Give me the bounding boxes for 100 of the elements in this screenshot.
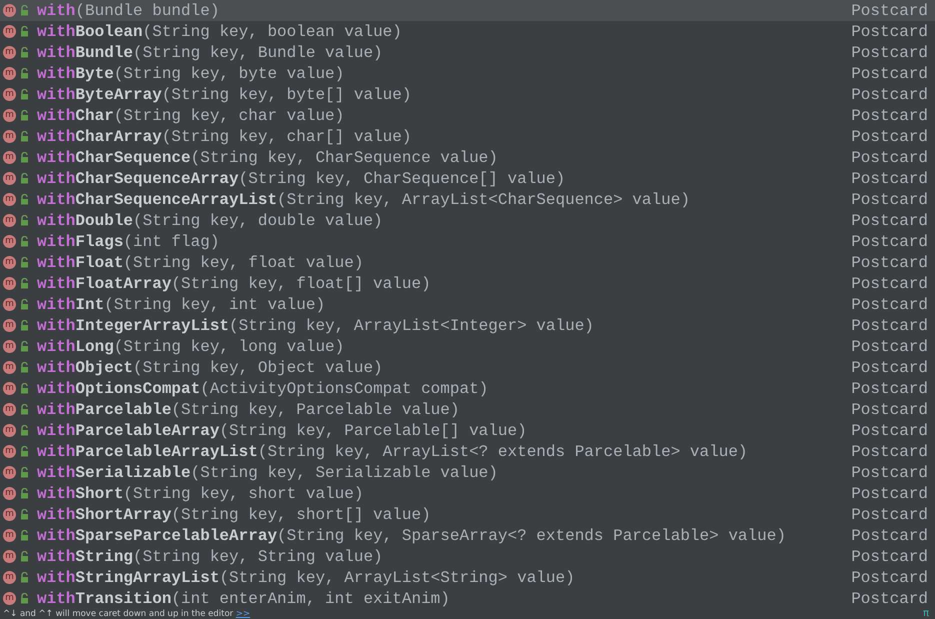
method-signature: withDouble(String key, double value)	[37, 212, 383, 230]
method-badge: m	[3, 109, 16, 122]
return-type: Postcard	[851, 568, 928, 586]
completion-item[interactable]: m withParcelableArray(String key, Parcelable[] value) Postcard	[0, 420, 935, 441]
lock-icon	[20, 110, 29, 121]
method-badge: m	[3, 403, 16, 416]
lock-icon	[20, 194, 29, 205]
method-signature: withShort(String key, short value)	[37, 484, 364, 502]
lock-icon	[20, 446, 29, 457]
method-badge: m	[3, 256, 16, 269]
completion-item[interactable]: m withDouble(String key, double value) Postcard	[0, 210, 935, 231]
method-badge: m	[3, 25, 16, 38]
lock-icon	[20, 404, 29, 415]
lock-icon	[20, 257, 29, 268]
completion-item[interactable]: m withOptionsCompat(ActivityOptionsCompat compat) Postcard	[0, 378, 935, 399]
method-signature: withLong(String key, long value)	[37, 338, 344, 356]
completion-item[interactable]: m withChar(String key, char value) Postcard	[0, 105, 935, 126]
return-type: Postcard	[851, 232, 928, 250]
method-signature: withParcelableArray(String key, Parcelable[] value)	[37, 422, 527, 440]
more-link[interactable]: >>	[236, 609, 250, 619]
method-badge: m	[3, 298, 16, 311]
completion-item[interactable]: m withBoolean(String key, boolean value) Postcard	[0, 21, 935, 42]
method-badge: m	[3, 466, 16, 479]
lock-icon	[20, 5, 29, 16]
method-badge: m	[3, 382, 16, 395]
return-type: Postcard	[851, 274, 928, 292]
lock-icon	[20, 383, 29, 394]
completion-item[interactable]: m withParcelable(String key, Parcelable value) Postcard	[0, 399, 935, 420]
method-signature: withBoolean(String key, boolean value)	[37, 22, 402, 40]
completion-item[interactable]: m withInt(String key, int value) Postcard	[0, 294, 935, 315]
return-type: Postcard	[851, 128, 928, 146]
method-signature: withInt(String key, int value)	[37, 296, 326, 314]
method-badge: m	[3, 151, 16, 164]
method-badge: m	[3, 424, 16, 437]
method-badge: m	[3, 46, 16, 59]
method-signature: withParcelable(String key, Parcelable value)	[37, 400, 460, 418]
completion-item[interactable]: m withCharSequenceArrayList(String key, ArrayList<CharSequence> value) Postcard	[0, 189, 935, 210]
return-type: Postcard	[851, 148, 928, 166]
completion-item[interactable]: m withFloat(String key, float value) Postcard	[0, 252, 935, 273]
lock-icon	[20, 320, 29, 331]
method-badge: m	[3, 193, 16, 206]
method-signature: withByteArray(String key, byte[] value)	[37, 86, 412, 104]
return-type: Postcard	[851, 380, 928, 398]
method-badge: m	[3, 487, 16, 500]
method-signature: withFloat(String key, float value)	[37, 254, 364, 272]
method-badge: m	[3, 214, 16, 227]
method-signature: withChar(String key, char value)	[37, 106, 344, 124]
method-badge: m	[3, 361, 16, 374]
lock-icon	[20, 131, 29, 142]
method-badge: m	[3, 319, 16, 332]
return-type: Postcard	[851, 422, 928, 440]
completion-item[interactable]: m withCharSequence(String key, CharSequence value) Postcard	[0, 147, 935, 168]
method-signature: withIntegerArrayList(String key, ArrayList<Integer> value)	[37, 316, 594, 334]
return-type: Postcard	[851, 212, 928, 230]
completion-item[interactable]: m withFloatArray(String key, float[] value) Postcard	[0, 273, 935, 294]
completion-item[interactable]: m withIntegerArrayList(String key, ArrayList<Integer> value) Postcard	[0, 315, 935, 336]
completion-item[interactable]: m withCharSequenceArray(String key, CharSequence[] value) Postcard	[0, 168, 935, 189]
return-type: Postcard	[851, 296, 928, 314]
completion-item[interactable]: m withTransition(int enterAnim, int exitAnim) Postcard	[0, 588, 935, 609]
method-badge: m	[3, 571, 16, 584]
completion-item[interactable]: m withCharArray(String key, char[] value) Postcard	[0, 126, 935, 147]
completion-item[interactable]: m withSerializable(String key, Serializable value) Postcard	[0, 462, 935, 483]
method-signature: withTransition(int enterAnim, int exitAnim)	[37, 590, 450, 608]
method-signature: withObject(String key, Object value)	[37, 358, 383, 376]
method-badge: m	[3, 277, 16, 290]
return-type: Postcard	[851, 22, 928, 40]
method-signature: withByte(String key, byte value)	[37, 64, 344, 82]
completion-item[interactable]: m withParcelableArrayList(String key, ArrayList<? extends Parcelable> value) Postcard	[0, 441, 935, 462]
return-type: Postcard	[851, 316, 928, 334]
lock-icon	[20, 425, 29, 436]
lock-icon	[20, 299, 29, 310]
lock-icon	[20, 362, 29, 373]
completion-item[interactable]: m with(Bundle bundle) Postcard	[0, 0, 935, 21]
lock-icon	[20, 47, 29, 58]
return-type: Postcard	[851, 64, 928, 82]
return-type: Postcard	[851, 44, 928, 62]
completion-item[interactable]: m withByteArray(String key, byte[] value) Postcard	[0, 84, 935, 105]
method-badge: m	[3, 592, 16, 605]
method-signature: withCharSequence(String key, CharSequence value)	[37, 148, 498, 166]
return-type: Postcard	[851, 526, 928, 544]
lock-icon	[20, 278, 29, 289]
completion-item[interactable]: m withShort(String key, short value) Postcard	[0, 483, 935, 504]
return-type: Postcard	[851, 254, 928, 272]
completion-item[interactable]: m withObject(String key, Object value) Postcard	[0, 357, 935, 378]
completion-item[interactable]: m withByte(String key, byte value) Postcard	[0, 63, 935, 84]
completion-item[interactable]: m withLong(String key, long value) Postcard	[0, 336, 935, 357]
completion-item[interactable]: m withShortArray(String key, short[] value) Postcard	[0, 504, 935, 525]
lock-icon	[20, 488, 29, 499]
return-type: Postcard	[851, 170, 928, 188]
completion-item[interactable]: m withStringArrayList(String key, ArrayList<String> value) Postcard	[0, 567, 935, 588]
completion-item[interactable]: m withSparseParcelableArray(String key, SparseArray<? extends Parcelable> value) Postcard	[0, 525, 935, 546]
method-signature: withFlags(int flag)	[37, 232, 220, 250]
method-signature: withStringArrayList(String key, ArrayList<String> value)	[37, 568, 575, 586]
lock-icon	[20, 173, 29, 184]
completion-item[interactable]: m withBundle(String key, Bundle value) Postcard	[0, 42, 935, 63]
return-type: Postcard	[851, 548, 928, 566]
completion-item[interactable]: m withFlags(int flag) Postcard	[0, 231, 935, 252]
lock-icon	[20, 509, 29, 520]
completion-item[interactable]: m withString(String key, String value) Postcard	[0, 546, 935, 567]
return-type: Postcard	[851, 338, 928, 356]
